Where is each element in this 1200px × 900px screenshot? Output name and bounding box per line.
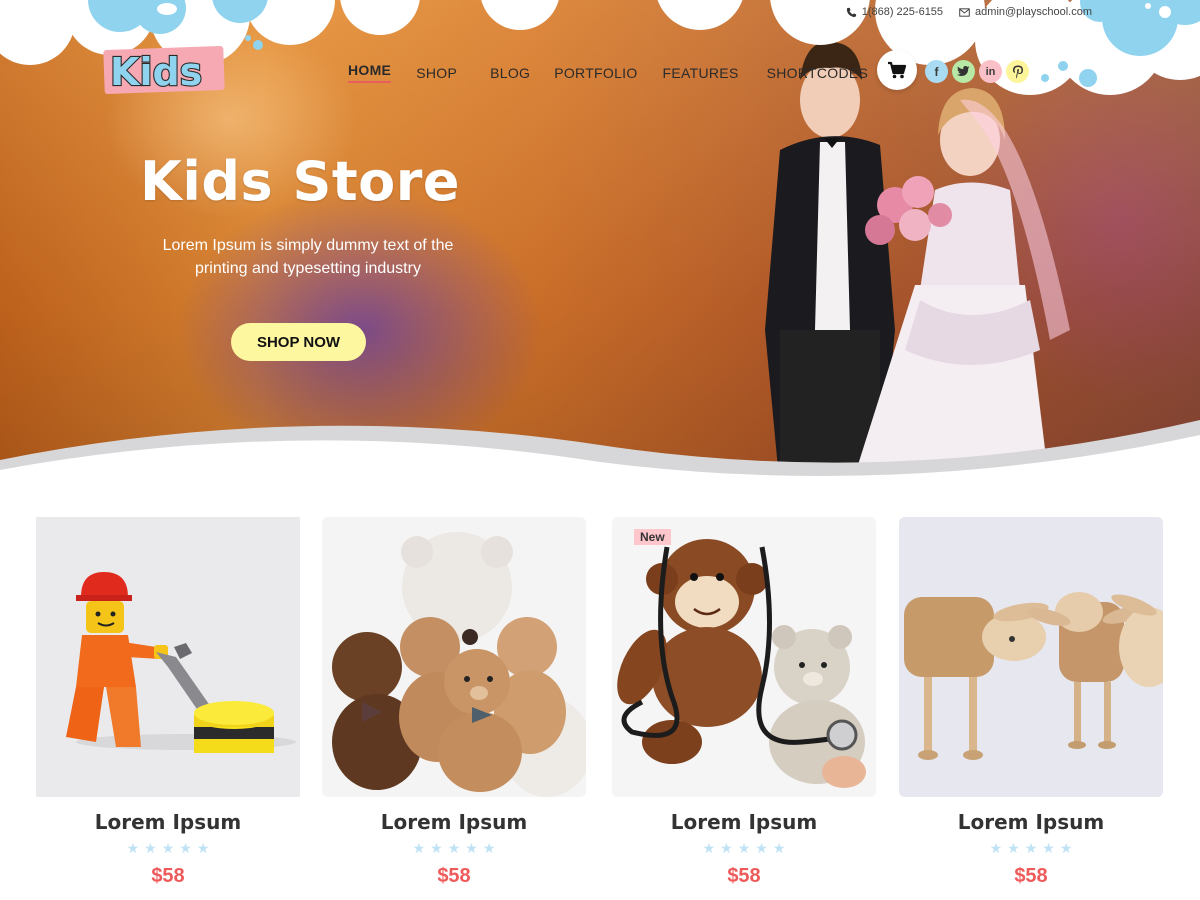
product-rating: ★ ★ ★ ★ ★: [322, 842, 586, 856]
product-image[interactable]: [899, 517, 1163, 797]
star-icon: ★: [1024, 841, 1038, 857]
facebook-link[interactable]: f: [925, 60, 948, 83]
nav-shortcodes[interactable]: SHORTCODES: [767, 65, 869, 81]
product-image[interactable]: [36, 517, 300, 797]
product-rating: ★ ★ ★ ★ ★: [36, 842, 300, 856]
twitter-link[interactable]: [952, 60, 975, 83]
product-card[interactable]: New Lorem Ipsum ★ ★ ★ ★ ★ $58: [612, 517, 876, 888]
star-icon: ★: [144, 841, 157, 857]
star-icon: ★: [196, 841, 210, 857]
star-icon: ★: [482, 841, 496, 857]
product-rating: ★ ★ ★ ★ ★: [612, 842, 876, 856]
star-icon: ★: [1059, 841, 1073, 857]
star-icon: ★: [772, 841, 786, 857]
star-icon: ★: [447, 841, 461, 857]
hero-title: Kids Store: [140, 150, 461, 213]
nav-shop[interactable]: SHOP: [416, 65, 457, 81]
phone-icon: [846, 7, 856, 17]
lego-worker-image: [36, 517, 300, 797]
star-icon: ★: [720, 841, 733, 857]
wave-divider: [0, 420, 1200, 510]
nav-blog[interactable]: BLOG: [490, 65, 530, 81]
new-badge: New: [634, 529, 671, 545]
envelope-icon: [959, 7, 970, 17]
star-icon: ★: [1042, 841, 1055, 857]
product-name[interactable]: Lorem Ipsum: [899, 810, 1163, 834]
star-icon: ★: [1007, 841, 1020, 857]
twitter-icon: [957, 66, 970, 76]
wooden-sheep-image: [899, 517, 1163, 797]
product-price: $58: [437, 865, 471, 887]
product-price: $58: [151, 865, 185, 887]
teddy-bears-image: [322, 517, 586, 797]
cart-button[interactable]: [877, 50, 917, 90]
social-links: f in: [925, 60, 1029, 83]
product-name[interactable]: Lorem Ipsum: [322, 810, 586, 834]
product-price: $58: [727, 865, 761, 887]
product-price: $58: [1014, 865, 1048, 887]
linkedin-icon: in: [985, 65, 996, 78]
product-image[interactable]: New: [612, 517, 876, 797]
star-icon: ★: [989, 841, 1003, 857]
star-icon: ★: [465, 841, 478, 857]
logo-text: Kids: [110, 50, 202, 94]
product-rating: ★ ★ ★ ★ ★: [899, 842, 1163, 856]
kids-logo[interactable]: Kids: [100, 44, 230, 96]
facebook-icon: f: [934, 64, 939, 79]
phone-number: 1(868) 225-6155: [861, 6, 944, 18]
product-name[interactable]: Lorem Ipsum: [612, 810, 876, 834]
product-card[interactable]: Lorem Ipsum ★ ★ ★ ★ ★ $58: [899, 517, 1163, 888]
star-icon: ★: [179, 841, 192, 857]
email-contact[interactable]: admin@playschool.com: [959, 6, 1092, 18]
star-icon: ★: [126, 841, 140, 857]
linkedin-link[interactable]: in: [979, 60, 1002, 83]
hero-subtitle: Lorem Ipsum is simply dummy text of the …: [162, 237, 454, 277]
pinterest-icon: [1012, 65, 1023, 78]
nav-home[interactable]: HOME: [348, 62, 392, 83]
pinterest-link[interactable]: [1006, 60, 1029, 83]
star-icon: ★: [755, 841, 768, 857]
main-nav: HOME SHOP BLOG PORTFOLIO FEATURES SHORTC…: [348, 62, 868, 83]
product-card[interactable]: Lorem Ipsum ★ ★ ★ ★ ★ $58: [322, 517, 586, 888]
star-icon: ★: [161, 841, 175, 857]
star-icon: ★: [430, 841, 443, 857]
shop-now-button[interactable]: SHOP NOW: [231, 323, 366, 361]
product-name[interactable]: Lorem Ipsum: [36, 810, 300, 834]
nav-portfolio[interactable]: PORTFOLIO: [554, 65, 637, 81]
product-card[interactable]: Lorem Ipsum ★ ★ ★ ★ ★ $58: [36, 517, 300, 888]
star-icon: ★: [737, 841, 751, 857]
email-address: admin@playschool.com: [975, 6, 1092, 18]
product-grid: Lorem Ipsum ★ ★ ★ ★ ★ $58 Lorem Ipsum ★ …: [0, 517, 1200, 900]
star-icon: ★: [702, 841, 716, 857]
star-icon: ★: [412, 841, 426, 857]
contact-bar: 1(868) 225-6155 admin@playschool.com: [846, 6, 1092, 18]
plush-monkey-image: [612, 517, 876, 797]
phone-contact[interactable]: 1(868) 225-6155: [846, 6, 943, 18]
product-image[interactable]: [322, 517, 586, 797]
nav-features[interactable]: FEATURES: [663, 65, 739, 81]
cart-icon: [888, 61, 907, 79]
